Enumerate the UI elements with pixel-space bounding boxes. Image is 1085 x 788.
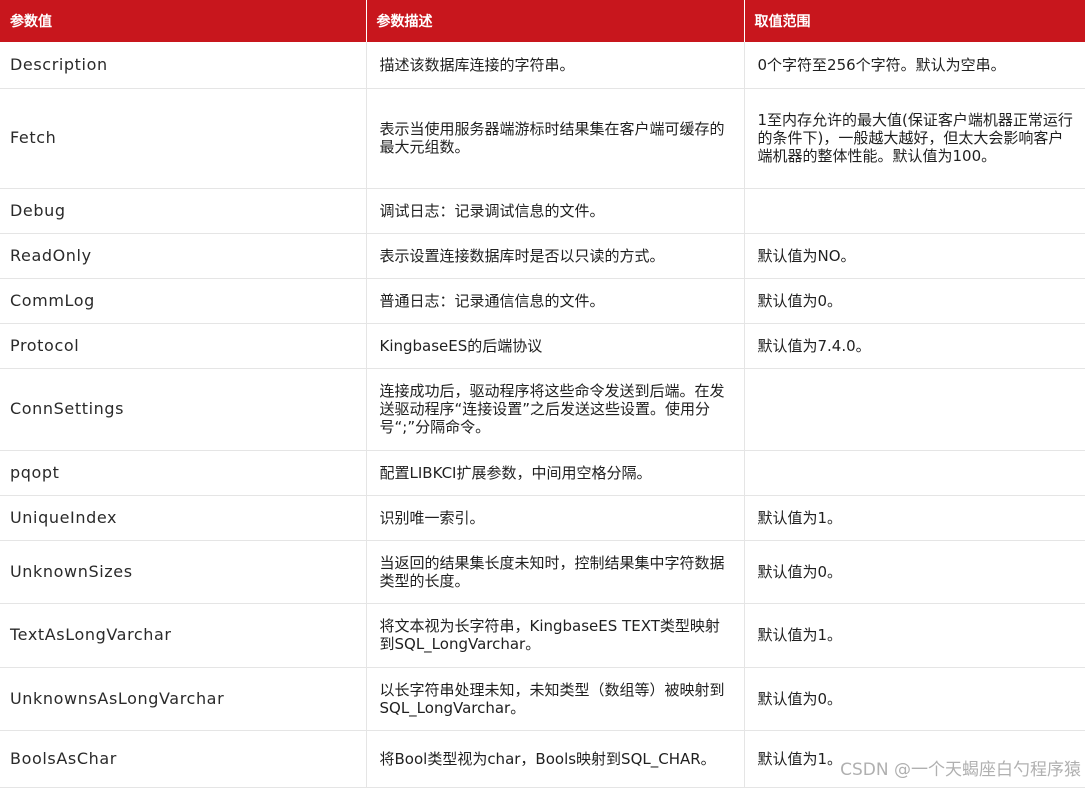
param-range-cell bbox=[744, 188, 1085, 234]
param-name-cell: pqopt bbox=[0, 450, 367, 496]
table-row: ConnSettings 连接成功后，驱动程序将这些命令发送到后端。在发送驱动程… bbox=[0, 368, 1085, 451]
param-range-cell: 默认值为1。 bbox=[744, 730, 1085, 788]
table-row: UniqueIndex 识别唯一索引。 默认值为1。 bbox=[0, 495, 1085, 541]
header-param-description: 参数描述 bbox=[366, 0, 745, 42]
table-row: Debug 调试日志：记录调试信息的文件。 bbox=[0, 188, 1085, 234]
table-header-row: 参数值 参数描述 取值范围 bbox=[0, 0, 1085, 42]
table-row: CommLog 普通日志：记录通信信息的文件。 默认值为0。 bbox=[0, 278, 1085, 324]
param-desc-cell: 将文本视为长字符串，KingbaseES TEXT类型映射到SQL_LongVa… bbox=[366, 603, 745, 668]
param-name-cell: Protocol bbox=[0, 323, 367, 369]
param-range-cell bbox=[744, 368, 1085, 451]
param-name-cell: UnknownSizes bbox=[0, 540, 367, 604]
param-range-cell: 默认值为1。 bbox=[744, 495, 1085, 541]
param-range-cell: 0个字符至256个字符。默认为空串。 bbox=[744, 42, 1085, 89]
param-desc-cell: 将Bool类型视为char，Bools映射到SQL_CHAR。 bbox=[366, 730, 745, 788]
param-name-cell: UniqueIndex bbox=[0, 495, 367, 541]
param-range-cell: 默认值为0。 bbox=[744, 278, 1085, 324]
table-row: Protocol KingbaseES的后端协议 默认值为7.4.0。 bbox=[0, 323, 1085, 369]
param-name-cell: Fetch bbox=[0, 88, 367, 189]
table-row: UnknownsAsLongVarchar 以长字符串处理未知，未知类型（数组等… bbox=[0, 667, 1085, 731]
table-row: Fetch 表示当使用服务器端游标时结果集在客户端可缓存的最大元组数。 1至内存… bbox=[0, 88, 1085, 189]
param-desc-cell: KingbaseES的后端协议 bbox=[366, 323, 745, 369]
table-row: Description 描述该数据库连接的字符串。 0个字符至256个字符。默认… bbox=[0, 42, 1085, 89]
param-range-cell: 默认值为NO。 bbox=[744, 233, 1085, 279]
param-desc-cell: 识别唯一索引。 bbox=[366, 495, 745, 541]
table-row: BoolsAsChar 将Bool类型视为char，Bools映射到SQL_CH… bbox=[0, 730, 1085, 788]
param-name-cell: TextAsLongVarchar bbox=[0, 603, 367, 668]
param-range-cell: 1至内存允许的最大值(保证客户端机器正常运行的条件下)，一般越大越好，但太大会影… bbox=[744, 88, 1085, 189]
parameter-table: 参数值 参数描述 取值范围 Description 描述该数据库连接的字符串。 … bbox=[0, 0, 1085, 788]
param-name-cell: CommLog bbox=[0, 278, 367, 324]
param-name-cell: BoolsAsChar bbox=[0, 730, 367, 788]
param-name-cell: ReadOnly bbox=[0, 233, 367, 279]
header-param-value: 参数值 bbox=[0, 0, 367, 42]
param-range-cell: 默认值为7.4.0。 bbox=[744, 323, 1085, 369]
table-row: TextAsLongVarchar 将文本视为长字符串，KingbaseES T… bbox=[0, 603, 1085, 668]
param-desc-cell: 普通日志：记录通信信息的文件。 bbox=[366, 278, 745, 324]
table-row: pqopt 配置LIBKCI扩展参数，中间用空格分隔。 bbox=[0, 450, 1085, 496]
param-name-cell: Debug bbox=[0, 188, 367, 234]
param-desc-cell: 配置LIBKCI扩展参数，中间用空格分隔。 bbox=[366, 450, 745, 496]
param-range-cell: 默认值为0。 bbox=[744, 540, 1085, 604]
param-name-cell: Description bbox=[0, 42, 367, 89]
param-desc-cell: 连接成功后，驱动程序将这些命令发送到后端。在发送驱动程序“连接设置”之后发送这些… bbox=[366, 368, 745, 451]
param-range-cell bbox=[744, 450, 1085, 496]
table-row: ReadOnly 表示设置连接数据库时是否以只读的方式。 默认值为NO。 bbox=[0, 233, 1085, 279]
param-desc-cell: 表示当使用服务器端游标时结果集在客户端可缓存的最大元组数。 bbox=[366, 88, 745, 189]
header-value-range: 取值范围 bbox=[744, 0, 1085, 42]
param-name-cell: ConnSettings bbox=[0, 368, 367, 451]
param-desc-cell: 调试日志：记录调试信息的文件。 bbox=[366, 188, 745, 234]
param-range-cell: 默认值为0。 bbox=[744, 667, 1085, 731]
param-desc-cell: 描述该数据库连接的字符串。 bbox=[366, 42, 745, 89]
param-desc-cell: 以长字符串处理未知，未知类型（数组等）被映射到SQL_LongVarchar。 bbox=[366, 667, 745, 731]
table-row: UnknownSizes 当返回的结果集长度未知时，控制结果集中字符数据类型的长… bbox=[0, 540, 1085, 604]
param-range-cell: 默认值为1。 bbox=[744, 603, 1085, 668]
param-name-cell: UnknownsAsLongVarchar bbox=[0, 667, 367, 731]
param-desc-cell: 表示设置连接数据库时是否以只读的方式。 bbox=[366, 233, 745, 279]
param-desc-cell: 当返回的结果集长度未知时，控制结果集中字符数据类型的长度。 bbox=[366, 540, 745, 604]
